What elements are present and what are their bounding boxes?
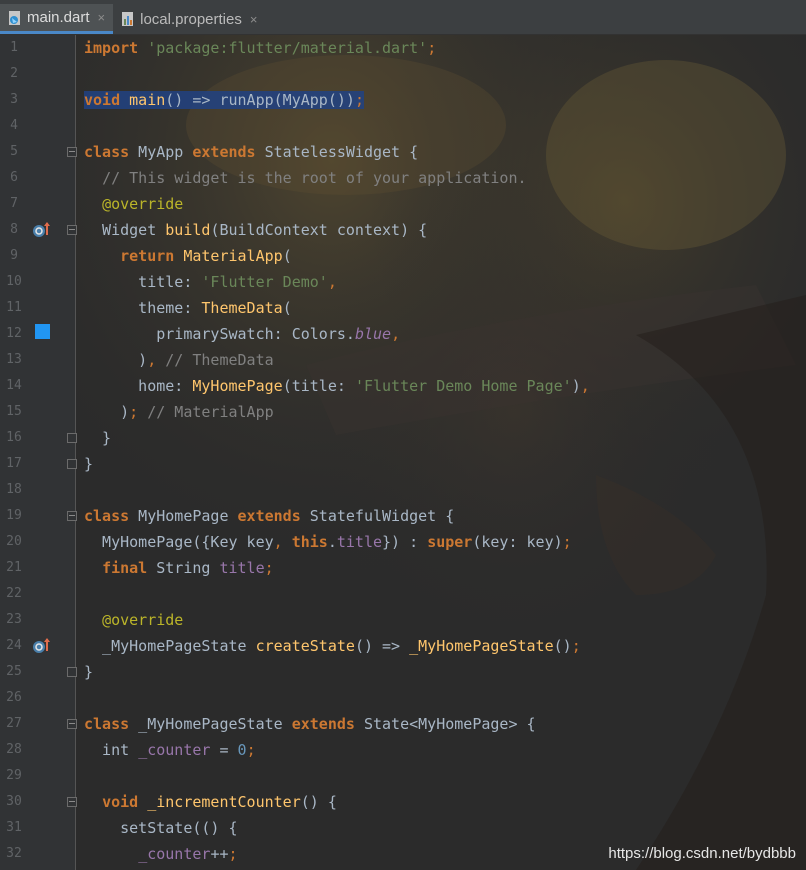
line-number: 12 (6, 326, 22, 341)
tab-main-dart[interactable]: main.dart × (0, 4, 114, 34)
code-line-7: @override (102, 195, 184, 213)
line-number: 28 (6, 742, 22, 757)
line-number: 13 (6, 352, 22, 367)
line-number: 26 (6, 690, 22, 705)
line-number: 7 (10, 196, 18, 211)
line-number: 2 (10, 66, 18, 81)
close-icon[interactable]: × (98, 10, 106, 25)
code-line-16: } (84, 429, 112, 447)
line-number: 25 (6, 664, 22, 679)
tab-label: local.properties (140, 10, 242, 28)
line-number: 23 (6, 612, 22, 627)
code-line-27: class _MyHomePageState extends State<MyH… (84, 715, 536, 733)
code-line-13: ), // ThemeData (84, 351, 274, 369)
code-line-5: class MyApp extends StatelessWidget { (84, 143, 419, 161)
fold-toggle-icon[interactable] (67, 225, 77, 235)
code-line-8: Widget build(BuildContext context) { (84, 221, 428, 239)
line-number: 29 (6, 768, 22, 783)
code-line-23: @override (102, 611, 184, 629)
code-line-15: ); // MaterialApp (84, 403, 274, 421)
line-number: 17 (6, 456, 22, 471)
tab-label: main.dart (27, 9, 90, 26)
line-number: 8 (10, 222, 18, 237)
override-marker-icon[interactable] (32, 637, 52, 659)
dart-file-icon (8, 10, 22, 26)
fold-toggle-icon[interactable] (67, 719, 77, 729)
editor-tab-bar: main.dart × local.properties × (0, 0, 806, 35)
code-line-3: void main() => runApp(MyApp()); (84, 91, 364, 109)
line-number: 18 (6, 482, 22, 497)
line-number: 24 (6, 638, 22, 653)
line-number: 10 (6, 274, 22, 289)
line-number: 19 (6, 508, 22, 523)
line-number: 1 (10, 40, 18, 55)
line-number: 31 (6, 820, 22, 835)
code-line-24: _MyHomePageState createState() => _MyHom… (84, 637, 581, 655)
code-line-21: final String title; (102, 559, 274, 577)
fold-end-icon[interactable] (67, 433, 77, 443)
fold-toggle-icon[interactable] (67, 147, 77, 157)
watermark-text: https://blog.csdn.net/bydbbb (608, 845, 796, 862)
line-number: 14 (6, 378, 22, 393)
fold-toggle-icon[interactable] (67, 797, 77, 807)
line-number: 21 (6, 560, 22, 575)
close-icon[interactable]: × (250, 12, 258, 27)
override-marker-icon[interactable] (32, 221, 52, 243)
line-number: 11 (6, 300, 22, 315)
code-line-28: int _counter = 0; (84, 741, 256, 759)
code-line-1: import 'package:flutter/material.dart'; (84, 39, 437, 57)
line-number: 27 (6, 716, 22, 731)
code-editor[interactable]: import 'package:flutter/material.dart'; … (84, 35, 806, 870)
code-line-19: class MyHomePage extends StatefulWidget … (84, 507, 455, 525)
line-number: 9 (10, 248, 18, 263)
tab-local-properties[interactable]: local.properties × (113, 4, 265, 34)
code-line-14: home: MyHomePage(title: 'Flutter Demo Ho… (84, 377, 590, 395)
fold-toggle-icon[interactable] (67, 511, 77, 521)
code-line-20: MyHomePage({Key key, this.title}) : supe… (84, 533, 572, 551)
line-number: 15 (6, 404, 22, 419)
line-number: 16 (6, 430, 22, 445)
code-line-30: void _incrementCounter() { (102, 793, 337, 811)
code-line-32: _counter++; (138, 845, 238, 863)
fold-end-icon[interactable] (67, 459, 77, 469)
code-line-9: return MaterialApp( (120, 247, 292, 265)
line-number: 3 (10, 92, 18, 107)
fold-end-icon[interactable] (67, 667, 77, 677)
line-number: 6 (10, 170, 18, 185)
code-line-31: setState(() { (84, 819, 238, 837)
code-line-6: // This widget is the root of your appli… (102, 169, 527, 187)
code-line-11: theme: ThemeData( (84, 299, 292, 317)
code-line-12: primarySwatch: Colors.blue, (84, 325, 401, 343)
color-swatch-icon[interactable] (35, 324, 50, 339)
line-number: 32 (6, 846, 22, 861)
editor-gutter: 1 2 3 4 5 6 7 8 9 10 11 12 13 14 15 16 1… (0, 35, 77, 870)
code-line-17: } (84, 455, 94, 473)
line-number: 20 (6, 534, 22, 549)
code-line-10: title: 'Flutter Demo', (84, 273, 337, 291)
properties-file-icon (121, 11, 135, 27)
line-number: 5 (10, 144, 18, 159)
code-line-25: } (84, 663, 94, 681)
line-number: 30 (6, 794, 22, 809)
line-number: 22 (6, 586, 22, 601)
line-number: 4 (10, 118, 18, 133)
